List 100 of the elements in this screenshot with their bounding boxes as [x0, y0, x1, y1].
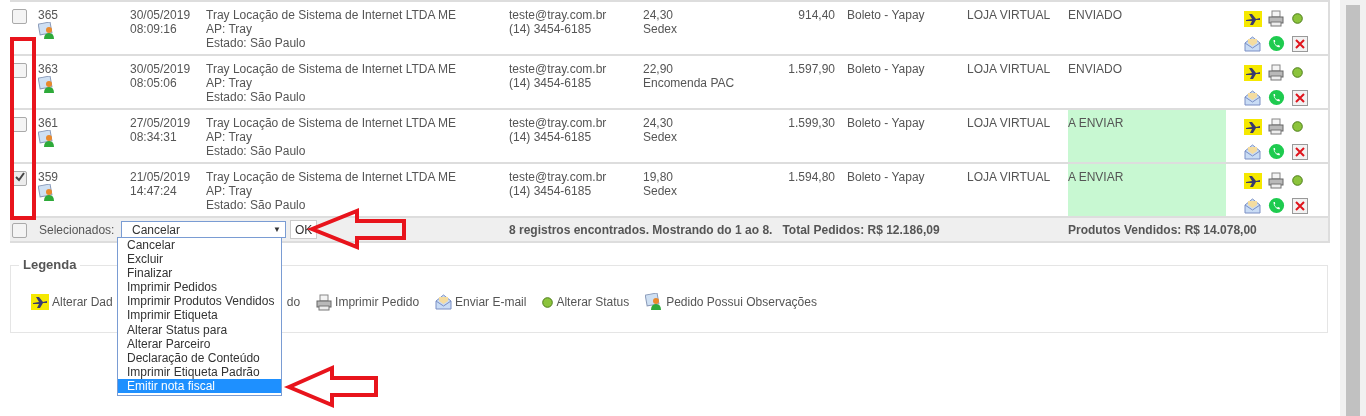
dropdown-option[interactable]: Imprimir Produtos Vendidos	[118, 294, 281, 309]
person-note-icon	[38, 184, 56, 202]
customer-contact: AP: Tray	[206, 76, 253, 90]
customer-email: teste@tray.com.br	[509, 62, 608, 76]
dropdown-option[interactable]: Alterar Parceiro	[118, 336, 281, 351]
shipping-method: Sedex	[643, 184, 679, 198]
products-sold-total: Produtos Vendidos: R$ 14.078,00	[1068, 222, 1257, 237]
freight-cost: 24,30	[643, 8, 675, 22]
customer-name: Tray Locação de Sistema de Internet LTDA ME	[206, 8, 458, 22]
circle-icon[interactable]	[1292, 67, 1303, 78]
dropdown-option[interactable]: Declaração de Conteúdo	[118, 350, 281, 365]
order-number[interactable]: 359	[38, 170, 130, 184]
envelope-icon[interactable]	[1244, 89, 1261, 106]
delete-icon[interactable]	[1292, 143, 1308, 160]
select-all-checkbox[interactable]	[12, 222, 27, 238]
selected-label: Selecionados:	[39, 222, 116, 237]
payment-method: Boleto - Yapay	[847, 170, 926, 184]
order-date: 21/05/2019	[130, 170, 192, 184]
order-time: 14:47:24	[130, 184, 178, 198]
person-note-icon	[38, 76, 56, 94]
order-number[interactable]: 361	[38, 116, 130, 130]
envelope-icon[interactable]	[1244, 35, 1261, 52]
order-origin: LOJA VIRTUAL	[967, 116, 1052, 130]
customer-state: Estado: São Paulo	[206, 90, 307, 104]
customer-phone: (14) 3454-6185	[509, 76, 593, 90]
printer-icon[interactable]	[1268, 64, 1284, 81]
order-total: 1.594,80	[787, 170, 835, 184]
circle-icon[interactable]	[1292, 175, 1303, 186]
printer-icon[interactable]	[1268, 172, 1284, 189]
customer-contact: AP: Tray	[206, 184, 253, 198]
phone-icon[interactable]	[1268, 197, 1285, 214]
order-total: 914,40	[797, 8, 835, 22]
plane-icon[interactable]	[1244, 64, 1262, 81]
envelope-icon	[435, 294, 453, 310]
customer-phone: (14) 3454-6185	[509, 22, 593, 36]
order-date: 30/05/2019	[130, 62, 192, 76]
phone-icon[interactable]	[1268, 143, 1285, 160]
envelope-icon[interactable]	[1244, 197, 1261, 214]
legend-label: do	[286, 295, 301, 309]
customer-email: teste@tray.com.br	[509, 116, 608, 130]
payment-method: Boleto - Yapay	[847, 8, 926, 22]
circle-icon[interactable]	[1292, 121, 1303, 132]
legend-label: Alterar Dad	[52, 295, 113, 309]
envelope-icon[interactable]	[1244, 143, 1261, 160]
freight-cost: 22,90	[643, 62, 675, 76]
status-cell: A ENVIAR	[1068, 164, 1226, 216]
payment-method: Boleto - Yapay	[847, 62, 926, 76]
customer-email: teste@tray.com.br	[509, 8, 608, 22]
legend-label: Enviar E-mail	[455, 295, 527, 309]
status-cell-text: ENVIADO	[1068, 61, 1123, 78]
scrollbar-thumb[interactable]	[1346, 5, 1360, 416]
person-note-icon	[645, 293, 664, 311]
plane-icon[interactable]	[1244, 10, 1262, 27]
customer-name: Tray Locação de Sistema de Internet LTDA ME	[206, 170, 458, 184]
dropdown-option[interactable]: Excluir	[118, 252, 281, 267]
order-number[interactable]: 365	[38, 8, 130, 22]
delete-icon[interactable]	[1292, 197, 1308, 214]
dropdown-option[interactable]: Alterar Status para	[118, 322, 281, 337]
order-number[interactable]: 363	[38, 62, 130, 76]
phone-icon[interactable]	[1268, 89, 1285, 106]
order-origin: LOJA VIRTUAL	[967, 8, 1052, 22]
delete-icon[interactable]	[1292, 89, 1308, 106]
printer-icon[interactable]	[1268, 10, 1284, 27]
dropdown-option[interactable]: Imprimir Etiqueta Padrão	[118, 364, 281, 379]
order-time: 08:05:06	[130, 76, 178, 90]
circle-icon[interactable]	[1292, 13, 1303, 24]
legend-label: Imprimir Pedido	[335, 295, 420, 309]
printer-icon[interactable]	[1268, 118, 1284, 135]
plane-icon	[31, 294, 49, 310]
orders-total: Total Pedidos: R$ 12.186,09	[782, 222, 940, 237]
dropdown-option[interactable]: Finalizar	[118, 266, 281, 281]
customer-name: Tray Locação de Sistema de Internet LTDA ME	[206, 62, 458, 76]
person-note-icon	[38, 22, 56, 40]
legend-title: Legenda	[19, 257, 81, 272]
legend-label: Alterar Status	[556, 295, 630, 309]
delete-icon[interactable]	[1292, 35, 1308, 52]
freight-cost: 19,80	[643, 170, 675, 184]
records-count: 8 registros encontrados. Mostrando do 1 ao 8.	[509, 222, 773, 237]
payment-method: Boleto - Yapay	[847, 116, 926, 130]
order-origin: LOJA VIRTUAL	[967, 170, 1052, 184]
phone-icon[interactable]	[1268, 35, 1285, 52]
freight-cost: 24,30	[643, 116, 675, 130]
customer-state: Estado: São Paulo	[206, 36, 307, 50]
ok-button[interactable]: OK	[290, 220, 318, 239]
order-origin: LOJA VIRTUAL	[967, 62, 1052, 76]
dropdown-option[interactable]: Cancelar	[118, 238, 281, 253]
plane-icon[interactable]	[1244, 172, 1262, 189]
row-checkbox[interactable]	[12, 9, 27, 24]
order-time: 08:09:16	[130, 22, 178, 36]
person-note-icon	[38, 130, 56, 148]
customer-phone: (14) 3454-6185	[509, 130, 593, 144]
dropdown-option[interactable]: Imprimir Etiqueta	[118, 308, 281, 323]
plane-icon[interactable]	[1244, 118, 1262, 135]
order-total: 1.599,30	[787, 116, 835, 130]
dropdown-option[interactable]: Imprimir Pedidos	[118, 280, 281, 295]
customer-state: Estado: São Paulo	[206, 144, 307, 158]
order-date: 30/05/2019	[130, 8, 192, 22]
customer-contact: AP: Tray	[206, 22, 253, 36]
shipping-method: Sedex	[643, 130, 679, 144]
customer-name: Tray Locação de Sistema de Internet LTDA ME	[206, 116, 458, 130]
